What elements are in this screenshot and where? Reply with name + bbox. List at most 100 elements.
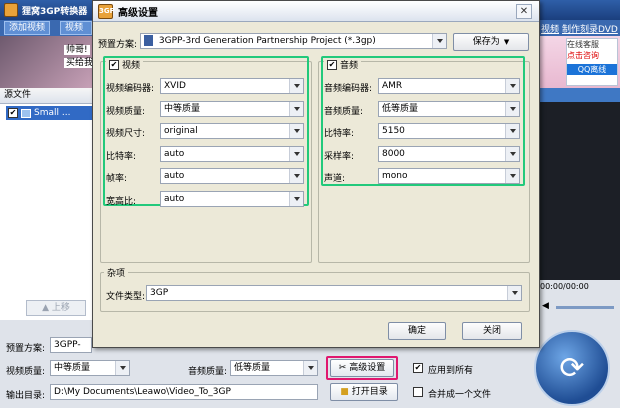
file-list-item[interactable]: ✔ Small ...	[6, 106, 94, 120]
video-row-value: 中等质量	[164, 103, 201, 114]
video-enable-checkbox[interactable]: ✔	[109, 59, 119, 70]
chevron-down-icon	[289, 124, 303, 138]
audio-row-label: 比特率:	[324, 129, 355, 139]
phone-icon	[144, 35, 153, 46]
banner-text-1: 帅哥!	[64, 45, 90, 55]
time-display: 00:00/00:00	[540, 282, 589, 291]
chevron-down-icon	[115, 361, 129, 375]
ok-button[interactable]: 确定	[388, 322, 446, 340]
video-row-select[interactable]: original	[160, 123, 304, 139]
chevron-down-icon	[289, 79, 303, 93]
audio-row-value: mono	[382, 171, 408, 181]
ad-line-2: 点击咨询	[567, 51, 599, 60]
chevron-down-icon	[505, 146, 519, 161]
video-quality-value: 中等质量	[54, 363, 91, 373]
move-up-button[interactable]: ▲ 上移	[26, 300, 86, 316]
video-quality-select[interactable]: 中等质量	[50, 360, 130, 376]
apply-all-label: 应用到所有	[428, 366, 474, 376]
video-row-select[interactable]: auto	[160, 168, 304, 184]
video-legend[interactable]: ✔ 视频	[106, 58, 144, 71]
save-as-button[interactable]: 保存为 ▼	[453, 33, 529, 51]
support-ad[interactable]: 在线客服 点击咨询 QQ离线	[566, 38, 618, 86]
audio-row-value: 低等质量	[382, 103, 419, 114]
refresh-icon: ⟳	[559, 350, 585, 386]
file-list-header: 源文件	[0, 88, 95, 104]
misc-legend: 杂项	[104, 266, 129, 279]
main-title: 狸窝3GP转换器	[22, 6, 88, 17]
chevron-down-icon	[303, 361, 317, 375]
video-legend-label: 视频	[122, 61, 141, 71]
dvd-link[interactable]: 制作刻录DVD	[562, 22, 618, 35]
merge-label: 合并成一个文件	[428, 390, 492, 400]
video-row-select[interactable]: XVID	[160, 78, 304, 94]
dialog-preset-value: 3GPP-3rd Generation Partnership Project …	[158, 36, 376, 46]
file-type-label: 文件类型:	[106, 292, 146, 302]
audio-row-select[interactable]: 8000	[378, 145, 520, 162]
output-dir-field[interactable]: D:\My Documents\Leawo\Video_To_3GP	[50, 384, 318, 400]
file-type-select[interactable]: 3GP	[146, 285, 522, 301]
video-row-select[interactable]: auto	[160, 145, 304, 162]
audio-row-value: 8000	[382, 148, 405, 159]
chevron-down-icon	[289, 169, 303, 183]
audio-row-label: 声道:	[324, 174, 346, 184]
video-row-label: 视频质量:	[106, 106, 146, 117]
app-icon	[4, 3, 18, 17]
bottom-preset-label: 预置方案:	[6, 344, 46, 354]
audio-row-select[interactable]: 5150	[378, 123, 520, 139]
audio-legend[interactable]: ✔ 音频	[324, 58, 362, 71]
bottom-preset-select[interactable]: 3GPP-	[50, 337, 92, 353]
video-row-value: auto	[164, 148, 185, 159]
convert-button[interactable]: ⟳	[534, 330, 610, 406]
dialog-app-icon: 3GP	[98, 3, 115, 19]
audio-row-select[interactable]: 低等质量	[378, 100, 520, 117]
dialog-preset-label: 预置方案:	[98, 40, 138, 50]
video-preview	[538, 88, 620, 280]
video-row-label: 视频尺寸:	[106, 129, 146, 139]
audio-row-label: 音频质量:	[324, 106, 364, 117]
file-checkbox[interactable]: ✔	[8, 108, 18, 118]
audio-quality-value: 低等质量	[234, 363, 271, 373]
merge-checkbox[interactable]	[413, 387, 423, 397]
file-name: Small ...	[34, 108, 71, 118]
volume-slider[interactable]: ◀	[540, 300, 618, 314]
video-row-value: original	[164, 126, 198, 136]
add-video-button[interactable]: 添加视频	[4, 21, 51, 35]
speaker-icon: ◀	[542, 301, 549, 311]
video-row-label: 宽高比:	[106, 196, 137, 207]
save-as-label: 保存为	[472, 37, 500, 47]
preview-header	[538, 88, 620, 102]
audio-row-label: 音频编码器:	[324, 84, 373, 94]
dialog-preset-select[interactable]: 3GPP-3rd Generation Partnership Project …	[140, 33, 447, 49]
open-dir-button[interactable]: ■ 打开目录	[330, 383, 398, 401]
video-row-label: 视频编码器:	[106, 84, 155, 94]
video-row-label: 帧率:	[106, 174, 128, 184]
chevron-down-icon	[505, 101, 519, 116]
audio-row-value: AMR	[382, 81, 403, 91]
ad-line-1: 在线客服	[567, 40, 599, 49]
dialog-close-icon[interactable]: ✕	[516, 4, 532, 19]
video-row-select[interactable]: auto	[160, 190, 304, 207]
apply-all-checkbox[interactable]: ✔	[413, 363, 423, 373]
audio-row-select[interactable]: AMR	[378, 78, 520, 94]
video-link[interactable]: 视频	[541, 22, 559, 35]
audio-quality-select[interactable]: 低等质量	[230, 360, 318, 376]
dialog-title: 高级设置	[118, 7, 158, 19]
audio-row-value: 5150	[382, 126, 405, 136]
up-arrow-icon: ▲	[42, 303, 50, 313]
video-edit-button[interactable]: 视频编	[60, 21, 92, 35]
audio-legend-label: 音频	[340, 61, 359, 71]
audio-group-highlight	[321, 56, 525, 186]
video-row-select[interactable]: 中等质量	[160, 100, 304, 117]
chevron-down-icon	[505, 79, 519, 93]
video-row-value: auto	[164, 171, 185, 181]
chevron-down-icon	[432, 34, 446, 48]
audio-enable-checkbox[interactable]: ✔	[327, 59, 337, 70]
caret-down-icon: ▼	[503, 38, 510, 46]
video-row-label: 比特率:	[106, 151, 137, 162]
ad-line-3: QQ离线	[567, 64, 617, 75]
open-dir-label: 打开目录	[351, 387, 388, 397]
chevron-down-icon	[505, 169, 519, 183]
audio-quality-label: 音频质量:	[188, 367, 228, 377]
audio-row-select[interactable]: mono	[378, 168, 520, 184]
close-button[interactable]: 关闭	[462, 322, 522, 340]
